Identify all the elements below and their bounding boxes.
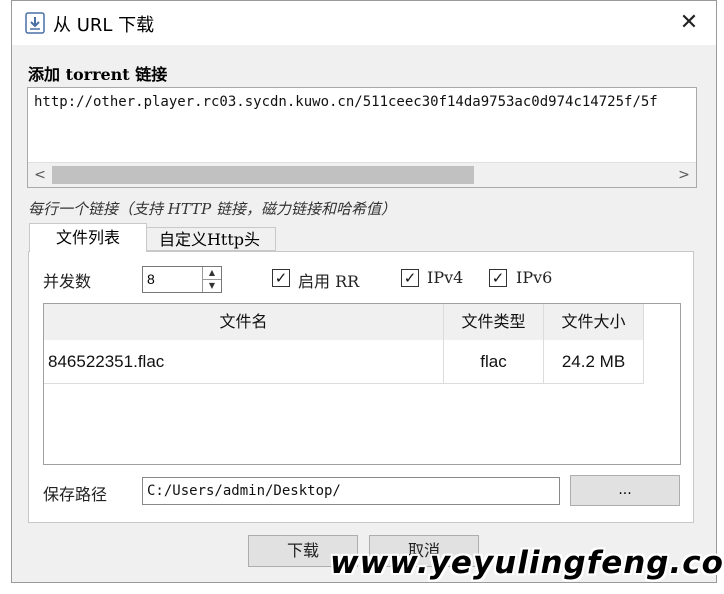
- tab-custom-http-header[interactable]: 自定义Http头: [143, 227, 276, 251]
- scroll-thumb[interactable]: [52, 166, 474, 184]
- scroll-left-icon[interactable]: <: [28, 163, 52, 187]
- column-header-filename[interactable]: 文件名: [44, 304, 444, 340]
- cell-filename[interactable]: 846522351.flac: [44, 340, 444, 384]
- window-title: 从 URL 下载: [53, 15, 155, 36]
- concurrency-stepper[interactable]: 8 ▲ ▼: [142, 266, 222, 293]
- column-header-filesize[interactable]: 文件大小: [544, 304, 644, 340]
- ipv4-label: IPv4: [427, 268, 464, 287]
- url-textarea[interactable]: http://other.player.rc03.sycdn.kuwo.cn/5…: [27, 87, 697, 188]
- url-hint: 每行一个链接（支持 HTTP 链接，磁力链接和哈希值）: [28, 200, 397, 218]
- stepper-down-icon[interactable]: ▼: [202, 280, 221, 292]
- concurrency-value: 8: [147, 271, 155, 287]
- horizontal-scrollbar[interactable]: < >: [28, 162, 696, 187]
- ipv4-checkbox[interactable]: ✓: [401, 269, 419, 287]
- url-text: http://other.player.rc03.sycdn.kuwo.cn/5…: [34, 94, 658, 110]
- browse-button[interactable]: ...: [570, 475, 680, 506]
- save-path-label: 保存路径: [43, 485, 108, 504]
- save-path-input[interactable]: C:/Users/admin/Desktop/: [142, 477, 560, 505]
- close-icon[interactable]: ✕: [674, 9, 704, 37]
- tab-file-list[interactable]: 文件列表: [29, 223, 147, 252]
- rr-checkbox[interactable]: ✓: [272, 269, 290, 287]
- cell-filesize[interactable]: 24.2 MB: [544, 340, 644, 384]
- stepper-up-icon[interactable]: ▲: [202, 267, 221, 280]
- rr-label: 启用 RR: [298, 272, 360, 291]
- watermark: www.yeyulingfeng.com: [330, 545, 724, 581]
- file-list-panel: 并发数 8 ▲ ▼ ✓ 启用 RR ✓ IPv4 ✓ IPv6 文件名 文件类型…: [28, 251, 694, 523]
- scroll-right-icon[interactable]: >: [672, 163, 696, 187]
- ipv6-label: IPv6: [516, 268, 553, 287]
- save-path-value: C:/Users/admin/Desktop/: [147, 483, 341, 499]
- ipv6-checkbox[interactable]: ✓: [489, 269, 507, 287]
- download-dialog: 从 URL 下载 ✕ 添加 torrent 链接 http://other.pl…: [11, 0, 717, 583]
- torrent-section-label: 添加 torrent 链接: [28, 65, 168, 84]
- file-table[interactable]: 文件名 文件类型 文件大小 846522351.flac flac 24.2 M…: [43, 303, 681, 465]
- column-header-filetype[interactable]: 文件类型: [444, 304, 544, 340]
- title-bar: 从 URL 下载 ✕: [12, 1, 716, 45]
- download-app-icon: [25, 12, 45, 34]
- concurrency-label: 并发数: [43, 272, 92, 291]
- cell-filetype[interactable]: flac: [444, 340, 544, 384]
